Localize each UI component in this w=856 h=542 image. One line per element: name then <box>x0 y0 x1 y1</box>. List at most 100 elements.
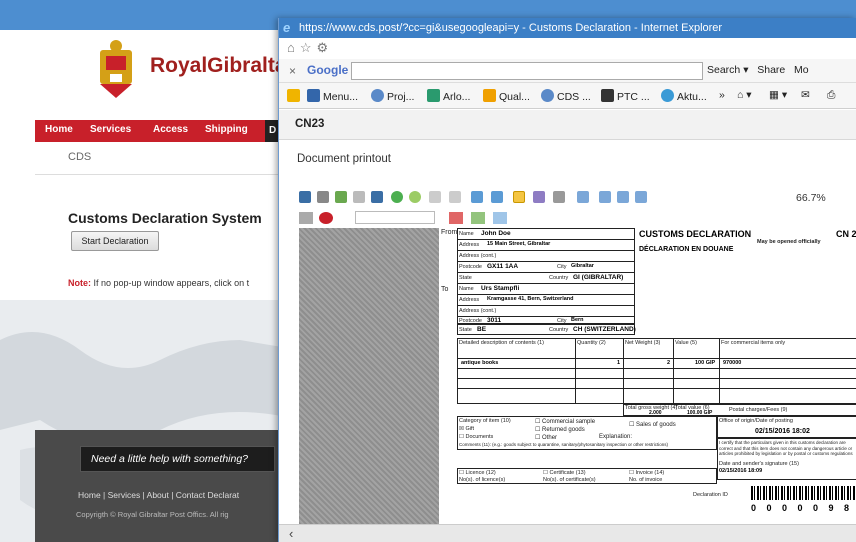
home-icon[interactable]: ⌂ ▾ <box>737 89 752 101</box>
share-button[interactable]: Share <box>757 64 785 76</box>
gear-icon[interactable]: ⚙ <box>317 40 332 55</box>
recipient-country-label: Country <box>549 327 569 333</box>
detailed-desc-label: Detailed description of contents (1) <box>459 340 544 346</box>
no-licence-label: No(s). of licence(s) <box>459 477 506 483</box>
nav-services[interactable]: Services <box>90 124 131 135</box>
stamp-icon[interactable] <box>471 212 485 224</box>
print-icon[interactable] <box>317 191 329 203</box>
home-icon[interactable]: ⌂ <box>287 40 298 55</box>
cat-sample: ☐ Commercial sample <box>535 419 596 425</box>
search-button[interactable]: Search <box>707 64 740 76</box>
items-table <box>457 338 856 404</box>
item-description: antique books <box>461 360 499 366</box>
ie-title-bar: e https://www.cds.post/?cc=gi&usegooglea… <box>279 18 856 38</box>
nav-shipping[interactable]: Shipping <box>205 124 248 135</box>
licence-label: ☐ Licence (12) <box>459 470 496 476</box>
actual-size-icon[interactable] <box>635 191 647 203</box>
nav-home[interactable]: Home <box>45 124 73 135</box>
category-label: Category of item (10) <box>459 418 511 424</box>
google-toolbar-buttons: Search ▾ Share Mo <box>707 64 809 76</box>
zoom-tool-icon[interactable] <box>471 191 483 203</box>
start-declaration-button[interactable]: Start Declaration <box>71 231 159 251</box>
ie-window: e https://www.cds.post/?cc=gi&usegooglea… <box>278 18 856 542</box>
rule <box>575 338 576 404</box>
hs-label: For commercial items only <box>721 340 786 346</box>
refresh-icon[interactable] <box>371 191 383 203</box>
rule <box>457 250 635 251</box>
scroll-left-icon[interactable]: ‹ <box>289 526 293 541</box>
star-icon[interactable]: ☆ <box>300 40 315 55</box>
find-input[interactable] <box>355 211 435 224</box>
to-label: To <box>441 286 449 293</box>
save-icon[interactable] <box>299 191 311 203</box>
divider <box>35 174 285 175</box>
link-icon[interactable] <box>299 212 313 224</box>
google-search-input[interactable] <box>351 62 703 80</box>
sender-city: Gibraltar <box>571 263 594 269</box>
postal-charges-label: Postal charges/Fees (9) <box>729 407 788 413</box>
barcode-icon <box>751 486 856 500</box>
item-hs-code: 970000 <box>723 360 742 366</box>
cat-gift: ☒ Gift <box>459 426 475 432</box>
rule <box>673 338 674 404</box>
select-tool-icon[interactable] <box>513 191 525 203</box>
forward-icon[interactable] <box>409 191 421 203</box>
export-icon[interactable] <box>335 191 347 203</box>
form-subtitle: DÉCLARATION EN DOUANE <box>639 246 734 253</box>
ie-window-title: https://www.cds.post/?cc=gi&usegoogleapi… <box>299 22 723 34</box>
print-icon[interactable]: ⎙ <box>827 89 835 102</box>
popup-note: Note: If no pop-up window appears, click… <box>68 278 249 288</box>
pdf-toolbar: 66.7% <box>299 190 856 208</box>
fav-arlo[interactable]: Arlo... <box>427 89 470 103</box>
cat-other: ☐ Other <box>535 435 558 441</box>
royal-gibraltar-crest-icon <box>100 40 132 98</box>
comments-label: Comments (11): (e.g.: goods subject to q… <box>459 442 669 447</box>
nav-access[interactable]: Access <box>153 124 188 135</box>
fav-aktu[interactable]: Aktu... <box>661 89 707 103</box>
fit-page-icon[interactable] <box>599 191 611 203</box>
recipient-country: CH (SWITZERLAND) <box>573 326 636 333</box>
chevron-right-icon[interactable]: » <box>719 89 725 101</box>
footer-links[interactable]: Home | Services | About | Contact Declar… <box>78 490 239 500</box>
ie-logo-icon: e <box>283 20 291 35</box>
marker-icon[interactable] <box>449 212 463 224</box>
quantity-label: Quantity (2) <box>577 340 606 346</box>
rule <box>457 388 856 389</box>
zoom-in-icon[interactable] <box>577 191 589 203</box>
highlight-icon[interactable] <box>533 191 545 203</box>
sender-country: GI (GIBRALTAR) <box>573 274 624 281</box>
certificate-label: ☐ Certificate (13) <box>543 470 586 476</box>
form-code: CN 23 <box>836 229 856 239</box>
pdf-viewer[interactable]: From Name John Doe Address 15 Main Stree… <box>299 228 856 524</box>
rule <box>457 239 635 240</box>
fit-width-icon[interactable] <box>617 191 629 203</box>
undo-icon[interactable] <box>429 191 441 203</box>
fav-cds[interactable]: CDS ... <box>541 89 591 103</box>
more-button[interactable]: Mo <box>794 64 809 76</box>
options-icon[interactable] <box>353 191 365 203</box>
redo-icon[interactable] <box>449 191 461 203</box>
fav-ptc[interactable]: PTC ... <box>601 89 650 103</box>
help-box[interactable]: Need a little help with something? <box>80 446 275 472</box>
comment-icon[interactable] <box>553 191 565 203</box>
copyright: Copyrigth © Royal Gibraltar Post Offics.… <box>76 510 229 519</box>
zoom-level[interactable]: 66.7% <box>796 192 826 204</box>
fav-proj[interactable]: Proj... <box>371 89 414 103</box>
favorites-star-icon[interactable] <box>287 89 303 103</box>
recipient-address: Kramgasse 41, Bern, Switzerland <box>487 296 574 302</box>
hand-tool-icon[interactable] <box>491 191 503 203</box>
sender-address-label: Address <box>459 242 480 248</box>
stop-icon[interactable] <box>319 212 333 224</box>
google-logo: Google <box>307 63 349 77</box>
office-date: 02/15/2016 18:02 <box>755 428 810 435</box>
tools-icon[interactable] <box>493 212 507 224</box>
favorites-bar: Menu... Proj... Arlo... Qual... CDS ... … <box>279 83 856 109</box>
mail-icon[interactable]: ✉ <box>801 89 810 101</box>
horizontal-scrollbar[interactable]: ‹ <box>279 524 856 542</box>
feeds-icon[interactable]: ▦ ▾ <box>769 89 787 101</box>
fav-menu[interactable]: Menu... <box>307 89 358 103</box>
fav-qual[interactable]: Qual... <box>483 89 530 103</box>
go-icon[interactable] <box>391 191 403 203</box>
signature-label: Date and sender's signature (15) <box>719 461 799 467</box>
close-toolbar-icon[interactable]: × <box>289 64 296 78</box>
